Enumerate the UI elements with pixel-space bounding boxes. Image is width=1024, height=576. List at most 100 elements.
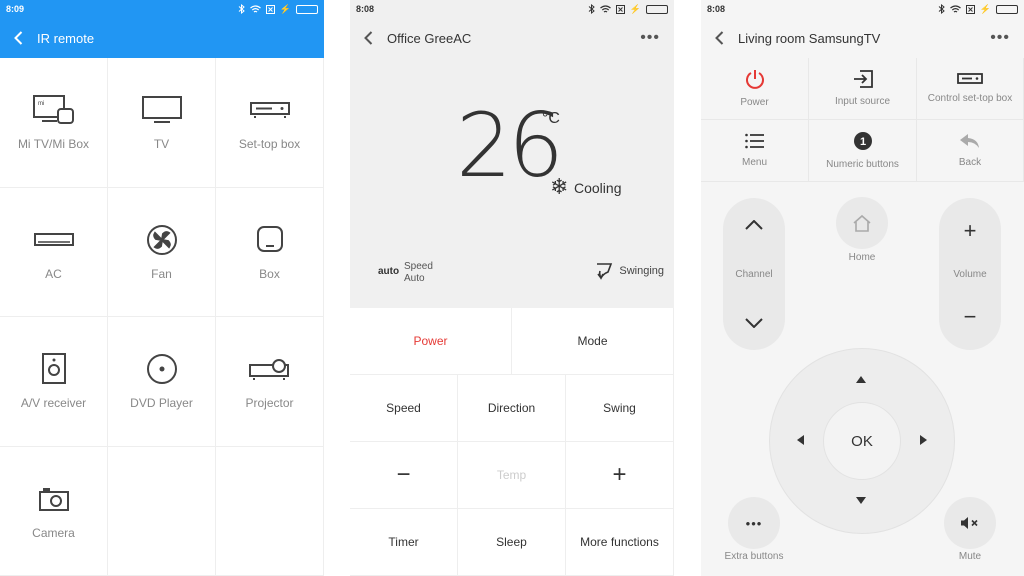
bluetooth-icon bbox=[938, 4, 945, 14]
set-top-box-icon bbox=[957, 73, 983, 84]
numeric-buttons-button[interactable]: 1 Numeric buttons bbox=[809, 120, 917, 182]
volume-up-button[interactable]: + bbox=[964, 220, 977, 242]
device-av-receiver[interactable]: A/V receiver bbox=[0, 317, 108, 447]
tv-back-button[interactable]: Back bbox=[917, 120, 1024, 182]
dvd-player-icon bbox=[146, 354, 177, 385]
more-options-icon[interactable]: ••• bbox=[990, 29, 1010, 47]
battery-icon bbox=[296, 4, 318, 14]
dpad-left-button[interactable] bbox=[797, 435, 804, 445]
device-ac[interactable]: AC bbox=[0, 187, 108, 317]
input-source-button[interactable]: Input source bbox=[809, 58, 917, 120]
sim-icon bbox=[615, 4, 625, 14]
menu-icon bbox=[744, 133, 764, 149]
channel-down-button[interactable] bbox=[745, 318, 763, 328]
status-time: 8:09 bbox=[6, 4, 25, 14]
bluetooth-icon bbox=[588, 4, 595, 14]
power-button[interactable]: Power bbox=[350, 308, 512, 375]
numeric-icon: 1 bbox=[853, 132, 872, 150]
device-projector[interactable]: Projector bbox=[216, 317, 324, 447]
page-title: Office GreeAC bbox=[387, 30, 472, 46]
back-button[interactable] bbox=[14, 31, 23, 45]
swing-status: Swinging bbox=[595, 262, 664, 280]
speed-status: Speed Auto bbox=[404, 261, 433, 285]
device-tv[interactable]: TV bbox=[108, 58, 216, 188]
speed-label: Speed bbox=[404, 261, 433, 272]
control-row: Speed Direction Swing bbox=[350, 375, 674, 442]
dpad-right-button[interactable] bbox=[920, 435, 927, 445]
back-button[interactable] bbox=[364, 31, 373, 45]
status-bar: 8:09 ⚡ bbox=[0, 0, 324, 18]
status-time: 8:08 bbox=[356, 4, 375, 14]
device-label: Fan bbox=[151, 266, 172, 281]
device-camera[interactable]: Camera bbox=[0, 446, 108, 576]
battery-icon bbox=[646, 4, 668, 14]
title-bar: IR remote bbox=[0, 18, 324, 58]
svg-text:1: 1 bbox=[859, 136, 865, 148]
tv-remote-screen: 8:08 ⚡ Living room SamsungTV ••• Power I… bbox=[701, 0, 1024, 576]
more-options-icon[interactable]: ••• bbox=[640, 29, 660, 47]
channel-label: Channel bbox=[735, 268, 773, 280]
volume-down-button[interactable]: − bbox=[964, 306, 977, 328]
sleep-button[interactable]: Sleep bbox=[458, 509, 566, 576]
device-mi-tv-box[interactable]: mi Mi TV/Mi Box bbox=[0, 58, 108, 188]
extra-buttons-button[interactable]: ••• bbox=[728, 497, 780, 549]
control-set-top-box-button[interactable]: Control set-top box bbox=[917, 58, 1024, 120]
mute-button[interactable] bbox=[944, 497, 996, 549]
power-icon bbox=[745, 70, 764, 89]
tv-icon bbox=[141, 96, 182, 124]
dpad-up-button[interactable] bbox=[856, 376, 866, 383]
speed-button[interactable]: Speed bbox=[350, 375, 458, 442]
tv-function-grid: Power Input source Control set-top box M… bbox=[701, 58, 1024, 182]
back-button[interactable] bbox=[715, 31, 724, 45]
wifi-icon bbox=[249, 4, 261, 12]
more-functions-button[interactable]: More functions bbox=[566, 509, 674, 576]
title-bar: Living room SamsungTV ••• bbox=[701, 18, 1024, 58]
channel-rocker: Channel bbox=[723, 198, 785, 350]
control-row: Power Mode bbox=[350, 308, 674, 375]
control-row: − Temp + bbox=[350, 442, 674, 509]
home-label: Home bbox=[848, 252, 876, 263]
fan-icon bbox=[146, 224, 177, 255]
temp-up-button[interactable]: + bbox=[566, 442, 674, 509]
menu-button[interactable]: Menu bbox=[701, 120, 809, 182]
device-label: Mi TV/Mi Box bbox=[17, 137, 90, 152]
swing-state: Swinging bbox=[619, 265, 664, 277]
status-bar: 8:08 ⚡ bbox=[701, 0, 1024, 18]
power-label: Power bbox=[740, 97, 769, 108]
timer-button[interactable]: Timer bbox=[350, 509, 458, 576]
svg-text:mi: mi bbox=[38, 101, 44, 107]
status-bar: 8:08 ⚡ bbox=[350, 0, 674, 18]
auto-speed-icon: auto bbox=[378, 266, 400, 277]
dpad-down-button[interactable] bbox=[856, 497, 866, 504]
device-label: DVD Player bbox=[130, 396, 193, 411]
device-fan[interactable]: Fan bbox=[108, 187, 216, 317]
swing-icon bbox=[597, 263, 613, 280]
volume-rocker: + Volume − bbox=[939, 198, 1001, 350]
home-button[interactable] bbox=[836, 197, 888, 249]
tv-power-button[interactable]: Power bbox=[701, 58, 809, 120]
speed-value: Auto bbox=[404, 273, 425, 284]
temp-down-button[interactable]: − bbox=[350, 442, 458, 509]
back-arrow-icon bbox=[960, 134, 979, 148]
device-dvd-player[interactable]: DVD Player bbox=[108, 317, 216, 447]
camera-icon bbox=[38, 487, 69, 511]
projector-icon bbox=[248, 359, 289, 381]
channel-up-button[interactable] bbox=[745, 220, 763, 230]
direction-button[interactable]: Direction bbox=[458, 375, 566, 442]
status-icons: ⚡ bbox=[238, 4, 318, 15]
empty-cell bbox=[216, 446, 324, 576]
set-top-box-label: Control set-top box bbox=[927, 93, 1013, 104]
charging-icon: ⚡ bbox=[629, 3, 641, 14]
ok-button[interactable]: OK bbox=[823, 402, 901, 480]
mode-button[interactable]: Mode bbox=[512, 308, 674, 375]
mute-icon bbox=[961, 517, 978, 529]
box-icon bbox=[256, 225, 283, 252]
device-label: A/V receiver bbox=[20, 396, 87, 411]
temp-label: Temp bbox=[458, 442, 566, 509]
swing-button[interactable]: Swing bbox=[566, 375, 674, 442]
status-icons: ⚡ bbox=[588, 4, 668, 15]
wifi-icon bbox=[949, 4, 961, 12]
device-set-top-box[interactable]: Set-top box bbox=[216, 58, 324, 188]
device-label: Set-top box bbox=[238, 137, 301, 152]
device-box[interactable]: Box bbox=[216, 187, 324, 317]
